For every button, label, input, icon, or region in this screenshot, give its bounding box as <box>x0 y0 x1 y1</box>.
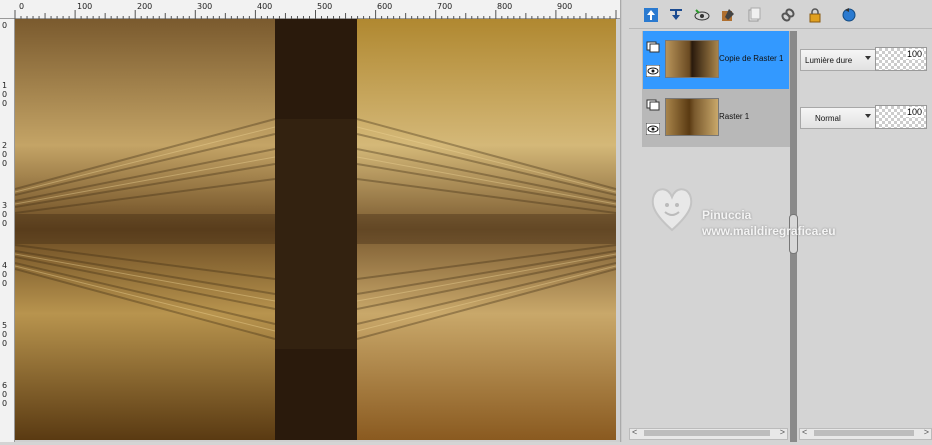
vruler-label: 0 <box>2 330 8 339</box>
layer-name: Copie de Raster 1 <box>719 54 784 63</box>
refresh-icon[interactable] <box>839 5 859 25</box>
ruler-ticks <box>14 10 617 19</box>
eye-icon[interactable] <box>645 122 661 136</box>
layer-name: Raster 1 <box>719 112 750 121</box>
scroll-right-icon[interactable]: > <box>780 427 785 437</box>
vruler-label: 0 <box>2 390 8 399</box>
vruler-label: 0 <box>2 21 8 30</box>
hruler-label: 800 <box>497 2 513 11</box>
hruler-label: 200 <box>137 2 153 11</box>
vruler-label: 5 <box>2 321 8 330</box>
blend-mode-value: Lumière dure <box>805 55 853 65</box>
horizontal-scrollbar[interactable]: < > <box>629 427 788 440</box>
vruler-label: 6 <box>2 381 8 390</box>
hruler-label: 900 <box>557 2 573 11</box>
layer-group-icon[interactable] <box>646 98 660 111</box>
vertical-ruler: 0 1 0 0 2 0 0 3 0 0 4 0 0 5 0 0 6 0 0 <box>0 19 15 442</box>
lock-icon[interactable] <box>805 5 825 25</box>
vruler-label: 0 <box>2 279 8 288</box>
hruler-label: 500 <box>317 2 333 11</box>
image-canvas[interactable] <box>14 19 617 440</box>
vruler-label: 0 <box>2 339 8 348</box>
vruler-label: 0 <box>2 150 8 159</box>
edit-icon[interactable] <box>718 5 738 25</box>
blend-mode-value: Normal <box>815 113 841 123</box>
watermark-name: Pinuccia <box>702 208 752 222</box>
copy-icon[interactable] <box>744 5 764 25</box>
opacity-field[interactable]: 100 <box>875 105 927 129</box>
layer-group-icon[interactable] <box>646 40 660 53</box>
layer-thumbnail <box>665 40 719 78</box>
canvas-artwork <box>14 19 617 440</box>
hruler-label: 400 <box>257 2 273 11</box>
hruler-label: 100 <box>77 2 93 11</box>
hruler-label: 0 <box>19 2 25 11</box>
layer-row-copie-de-raster-1[interactable]: Copie de Raster 1 <box>643 31 789 89</box>
hruler-label: 700 <box>437 2 453 11</box>
opacity-value: 100 <box>905 49 923 59</box>
scroll-left-icon[interactable]: < <box>802 427 807 437</box>
vruler-label: 4 <box>2 261 8 270</box>
move-layer-up-icon[interactable] <box>641 5 661 25</box>
vruler-label: 0 <box>2 399 8 408</box>
layer-row-raster-1[interactable]: Raster 1 <box>643 89 789 147</box>
link-icon[interactable] <box>778 5 798 25</box>
vruler-label: 3 <box>2 201 8 210</box>
blend-mode-select[interactable]: Normal <box>800 107 876 129</box>
blend-mode-select[interactable]: Lumière dure <box>800 49 876 71</box>
vruler-label: 0 <box>2 99 8 108</box>
vruler-label: 2 <box>2 141 8 150</box>
scroll-right-icon[interactable]: > <box>924 427 929 437</box>
chevron-down-icon <box>865 114 871 118</box>
scrollbar-thumb[interactable] <box>814 430 914 436</box>
toolbar-separator <box>629 28 932 29</box>
chevron-down-icon <box>865 56 871 60</box>
vruler-label: 0 <box>2 159 8 168</box>
layer-thumbnail <box>665 98 719 136</box>
vruler-label: 0 <box>2 219 8 228</box>
hruler-label: 600 <box>377 2 393 11</box>
eye-icon[interactable] <box>645 64 661 78</box>
vruler-label: 0 <box>2 90 8 99</box>
heart-logo-icon <box>650 185 695 233</box>
horizontal-scrollbar[interactable]: < > <box>799 427 932 440</box>
scroll-left-icon[interactable]: < <box>632 427 637 437</box>
opacity-value: 100 <box>905 107 923 117</box>
visibility-icon[interactable] <box>692 5 712 25</box>
hruler-label: 300 <box>197 2 213 11</box>
watermark-url: www.maildiregrafica.eu <box>702 224 836 238</box>
vruler-label: 1 <box>2 81 8 90</box>
vruler-label: 0 <box>2 210 8 219</box>
move-layer-down-icon[interactable] <box>666 5 686 25</box>
opacity-field[interactable]: 100 <box>875 47 927 71</box>
scrollbar-thumb[interactable] <box>644 430 770 436</box>
vruler-label: 0 <box>2 270 8 279</box>
horizontal-ruler: 0 100 200 300 400 500 600 700 800 900 <box>0 0 620 19</box>
